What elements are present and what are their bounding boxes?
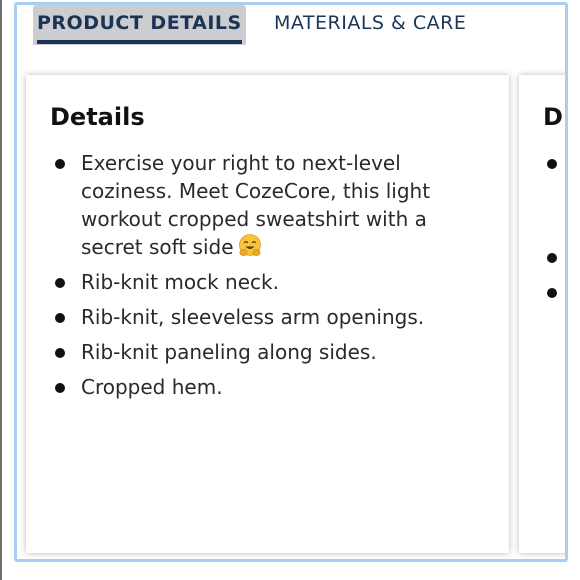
tab-product-details[interactable]: PRODUCT DETAILS — [33, 5, 246, 45]
window-edge — [0, 0, 2, 580]
bullet-marker — [547, 288, 557, 298]
tab-materials-care[interactable]: MATERIALS & CARE — [274, 5, 466, 45]
details-panel-title: Details — [50, 103, 145, 131]
hugging-face-emoji-icon — [238, 234, 261, 256]
list-item-text: Rib-knit paneling along sides. — [81, 340, 377, 364]
tab-materials-care-label: MATERIALS & CARE — [274, 12, 467, 34]
list-item-text: Rib-knit, sleeveless arm openings. — [81, 305, 425, 329]
list-item-text: Cropped hem. — [81, 375, 223, 399]
bullet-marker — [547, 159, 557, 169]
list-item: Cropped hem. — [26, 373, 486, 401]
product-info-frame: PRODUCT DETAILS MATERIALS & CARE Details… — [14, 2, 568, 562]
active-tab-indicator — [37, 40, 242, 44]
list-item: Rib-knit mock neck. — [26, 268, 486, 296]
list-item: Rib-knit paneling along sides. — [26, 338, 486, 366]
list-item: Rib-knit, sleeveless arm openings. — [26, 303, 486, 331]
next-panel-partial: D — [519, 75, 565, 553]
details-panel: Details Exercise your right to next-leve… — [26, 75, 509, 553]
tab-product-details-label: PRODUCT DETAILS — [37, 12, 242, 34]
next-panel-title: D — [543, 103, 563, 131]
list-item: Exercise your right to next-level cozine… — [26, 149, 486, 261]
details-list: Exercise your right to next-level cozine… — [26, 149, 486, 408]
bullet-marker — [547, 253, 557, 263]
list-item-text: Rib-knit mock neck. — [81, 270, 279, 294]
